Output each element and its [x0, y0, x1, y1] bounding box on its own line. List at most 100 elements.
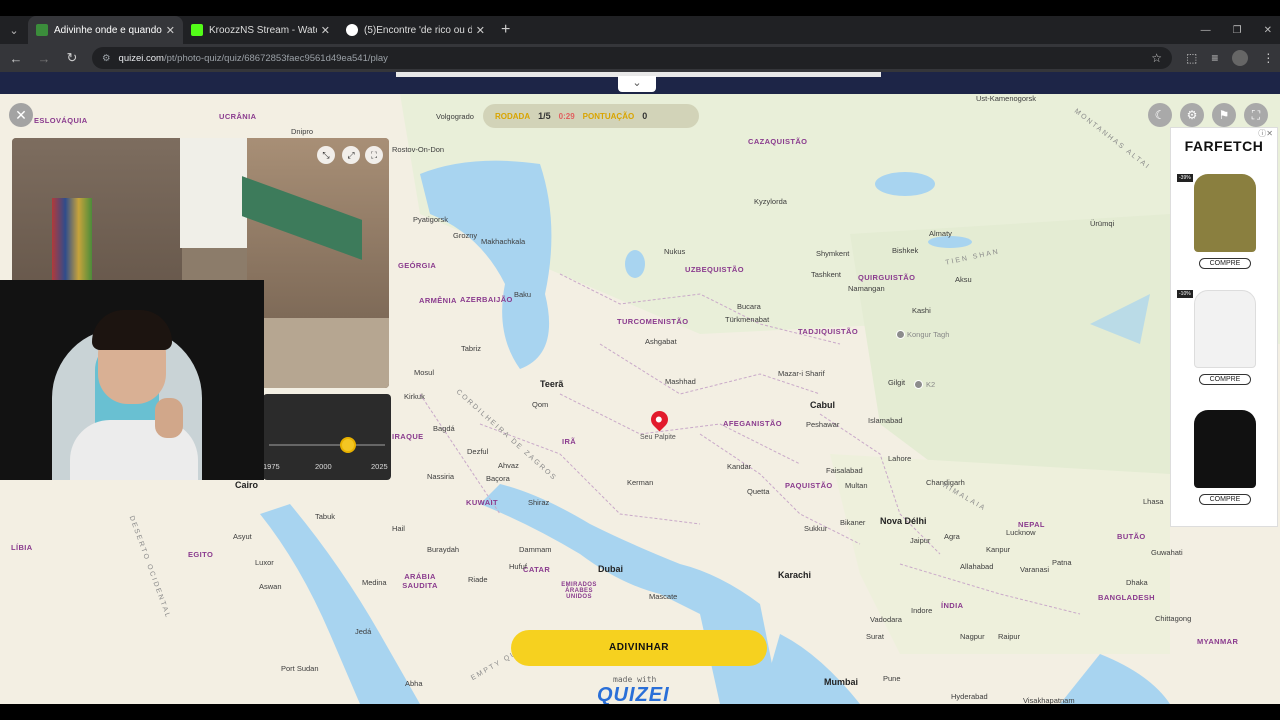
buy-button[interactable]: COMPRE [1198, 374, 1252, 385]
tab-close-icon[interactable]: ✕ [166, 24, 175, 37]
map-label: MYANMAR [1197, 637, 1239, 646]
map-label: Nukus [664, 247, 686, 256]
site-info-icon[interactable]: ⚙ [102, 53, 111, 64]
map-label: AFEGANISTÃO [723, 419, 782, 428]
discount-badge: -10% [1177, 290, 1193, 298]
profile-avatar[interactable] [1232, 50, 1249, 66]
map-label: QUIRGUISTÃO [858, 273, 916, 282]
close-window-icon[interactable]: ✕ [1264, 25, 1272, 36]
buy-button[interactable]: COMPRE [1198, 494, 1252, 505]
map-label: Allahabad [960, 562, 994, 571]
settings-icon[interactable]: ⚙ [1180, 103, 1204, 127]
ad-banner[interactable]: ⓘ✕ FARFETCH -39% COMPRE -10% COMPRE COMP… [1170, 127, 1278, 527]
bookmark-star-icon[interactable]: ☆ [1151, 51, 1162, 65]
flag-icon[interactable]: ⚑ [1212, 103, 1236, 127]
map-label: Luxor [255, 558, 274, 567]
map-label: Port Sudan [281, 664, 319, 673]
map-label: Qom [532, 400, 549, 409]
year-slider-track[interactable] [269, 444, 385, 446]
map-label: Lhasa [1143, 497, 1164, 506]
ad-close-icon[interactable]: ⓘ✕ [1258, 128, 1273, 139]
map-label: Kerman [627, 478, 654, 487]
tab-close-icon[interactable]: ✕ [321, 24, 330, 37]
browser-tab[interactable]: KroozzNS Stream - Watch Live ✕ [183, 16, 338, 44]
ad-product[interactable]: COMPRE [1171, 410, 1279, 506]
year-slider-handle[interactable] [339, 437, 356, 453]
map-label: Cabul [810, 400, 836, 410]
buy-button[interactable]: COMPRE [1198, 258, 1252, 269]
tab-close-icon[interactable]: ✕ [476, 24, 485, 37]
map-label: Volgogrado [436, 112, 474, 121]
map-label: CAZAQUISTÃO [748, 137, 808, 146]
extensions-icon[interactable]: ⬚ [1186, 51, 1197, 65]
fullscreen-icon[interactable]: ⛶ [1244, 103, 1268, 127]
map-label: Medina [362, 578, 387, 587]
media-icon[interactable]: ≡ [1211, 51, 1218, 65]
minimize-icon[interactable]: — [1201, 25, 1211, 36]
map-label: Patna [1052, 558, 1072, 567]
map-label: K2 [926, 380, 936, 389]
guess-button[interactable]: ADIVINHAR [511, 630, 767, 666]
ad-product[interactable]: -39% COMPRE [1171, 174, 1279, 270]
map-label: Aswan [259, 582, 282, 591]
map-label: Tabriz [461, 344, 482, 353]
map-label: ARMÊNIA [419, 296, 457, 305]
map-label: Multan [845, 481, 868, 490]
map-label: IRAQUE [392, 432, 424, 441]
browser-tab[interactable]: (5)Encontre 'de rico ou de pobre' ✕ [338, 16, 493, 44]
map-label: Dubai [598, 564, 624, 574]
window-controls: — ❐ ✕ [1201, 16, 1272, 44]
map-label: Bikaner [840, 518, 866, 527]
made-with-text: made with [613, 675, 657, 684]
timer: 0:29 [558, 111, 575, 121]
shrink-icon[interactable]: ⤡ [317, 146, 335, 164]
map-label: Teerã [540, 379, 564, 389]
map-label: Kirkuk [404, 392, 425, 401]
map-label: Faisalabad [826, 466, 863, 475]
map-label: Riade [468, 575, 488, 584]
map-label: Pune [883, 674, 901, 683]
forward-icon[interactable]: → [32, 51, 56, 66]
map-label: Surat [866, 632, 884, 641]
photo-content [180, 138, 250, 248]
map-label: Cairo [235, 480, 259, 490]
mountain-icon [896, 330, 905, 339]
dark-mode-icon[interactable]: ☾ [1148, 103, 1172, 127]
map-label: Dnipro [291, 127, 314, 136]
back-icon[interactable]: ← [4, 51, 28, 66]
url-field[interactable]: ⚙ quizei.com /pt/photo-quiz/quiz/6867285… [92, 47, 1172, 69]
map-label: Bucara [737, 302, 761, 311]
map-label: Asyut [233, 532, 252, 541]
map-label: Kandar [727, 462, 752, 471]
map-label: Gilgit [888, 378, 906, 387]
fullscreen-photo-icon[interactable]: ⛶ [365, 146, 383, 164]
map-label: TURCOMENISTÃO [617, 317, 689, 326]
score-value: 0 [642, 111, 648, 121]
map-label: EGITO [188, 550, 214, 559]
ad-product[interactable]: -10% COMPRE [1171, 290, 1279, 386]
map-label: LÍBIA [11, 543, 33, 552]
map-label: Mazar-i Sharif [778, 369, 825, 378]
browser-tab[interactable]: Adivinhe onde e quando as fotos ✕ [28, 16, 183, 44]
chevron-down-icon[interactable]: ⌄ [618, 76, 656, 92]
maximize-icon[interactable]: ❐ [1233, 25, 1242, 36]
tab-search-icon[interactable]: ⌄ [0, 16, 28, 44]
expand-icon[interactable]: ⤢ [342, 146, 360, 164]
map-label: Visakhapatnam [1023, 696, 1075, 704]
map-label: Shiraz [528, 498, 550, 507]
map-label: Buraydah [427, 545, 460, 554]
new-tab-button[interactable]: + [493, 16, 518, 44]
map-label: Grozny [453, 231, 478, 240]
reload-icon[interactable]: ↻ [60, 50, 84, 66]
map-label: Namangan [848, 284, 885, 293]
map-label: BUTÃO [1117, 532, 1146, 541]
map-label: AZERBAIJÃO [460, 295, 513, 304]
year-slider[interactable]: 1975 2000 2025 [263, 394, 391, 480]
map-label: Rostov-On-Don [392, 145, 445, 154]
map-label: Mashhad [665, 377, 696, 386]
map-label: KUWAIT [466, 498, 498, 507]
map-label: Karachi [778, 570, 812, 580]
close-quiz-button[interactable]: ✕ [9, 103, 33, 127]
menu-icon[interactable]: ⋮ [1262, 51, 1274, 65]
address-bar: ← → ↻ ⚙ quizei.com /pt/photo-quiz/quiz/6… [0, 44, 1280, 72]
